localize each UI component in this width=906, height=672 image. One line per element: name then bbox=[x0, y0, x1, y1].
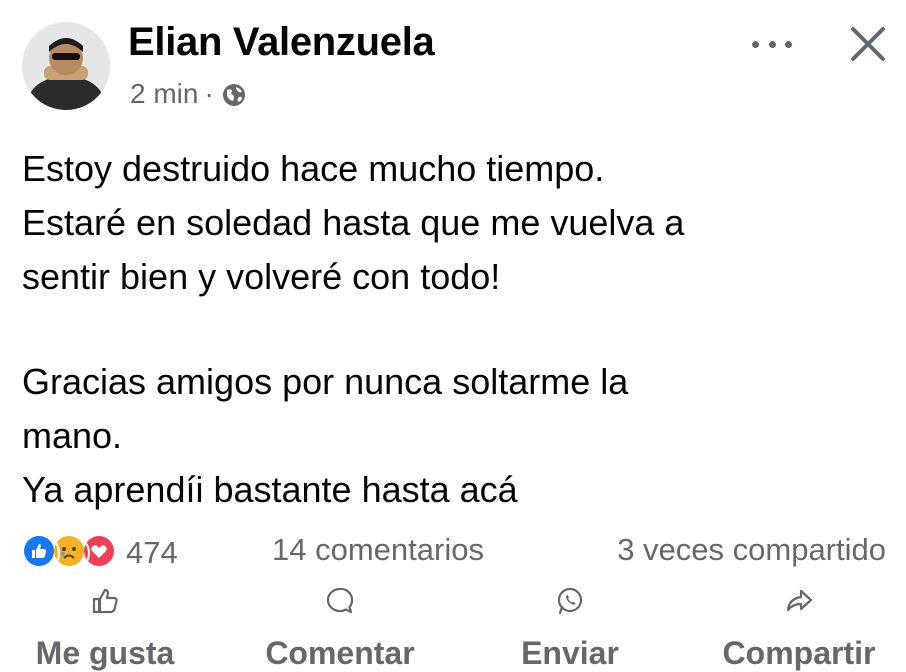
more-options-icon[interactable] bbox=[752, 38, 792, 50]
thumbs-up-icon bbox=[90, 586, 120, 621]
post-timestamp[interactable]: 2 min bbox=[130, 78, 198, 110]
comments-count[interactable]: 14 comentarios bbox=[272, 532, 484, 568]
post-text-line: Estoy destruido hace mucho tiempo. bbox=[22, 148, 605, 189]
reactions-summary[interactable]: 474 bbox=[22, 534, 178, 572]
post-text: Estoy destruido hace mucho tiempo. Estar… bbox=[22, 142, 882, 517]
meta-separator: · bbox=[204, 78, 214, 109]
send-button-label: Enviar bbox=[521, 635, 619, 671]
globe-icon[interactable] bbox=[222, 82, 246, 106]
like-reaction-icon bbox=[22, 534, 60, 572]
comment-icon bbox=[325, 586, 355, 621]
post-text-line: mano. bbox=[22, 415, 123, 456]
post-action-bar: Me gusta Comentar Enviar Compartir bbox=[0, 586, 906, 671]
author-name[interactable]: Elian Valenzuela bbox=[128, 20, 435, 65]
like-button-label: Me gusta bbox=[35, 635, 175, 671]
facebook-post: Elian Valenzuela 2 min · Estoy destruido… bbox=[0, 0, 906, 671]
comment-button-label: Comentar bbox=[265, 635, 415, 671]
post-text-line: sentir bien y volveré con todo! bbox=[22, 256, 501, 297]
post-text-line: Gracias amigos por nunca soltarme la bbox=[22, 361, 629, 402]
author-avatar[interactable] bbox=[22, 22, 110, 110]
post-stats: 474 14 comentarios 3 veces compartido bbox=[22, 528, 888, 572]
post-text-line: Estaré en soledad hasta que me vuelva a bbox=[22, 202, 685, 243]
like-button[interactable]: Me gusta bbox=[30, 586, 180, 672]
post-meta: 2 min · bbox=[130, 78, 246, 110]
share-arrow-icon bbox=[784, 586, 814, 621]
close-icon[interactable] bbox=[848, 24, 888, 64]
send-whatsapp-button[interactable]: Enviar bbox=[500, 586, 640, 672]
share-button-label: Compartir bbox=[722, 635, 876, 671]
post-text-line: Ya aprendíi bastante hasta acá bbox=[22, 469, 518, 510]
comment-button[interactable]: Comentar bbox=[250, 586, 430, 672]
reaction-count: 474 bbox=[126, 535, 178, 570]
shares-count[interactable]: 3 veces compartido bbox=[617, 532, 886, 568]
whatsapp-icon bbox=[555, 586, 585, 621]
share-button[interactable]: Compartir bbox=[706, 586, 892, 672]
